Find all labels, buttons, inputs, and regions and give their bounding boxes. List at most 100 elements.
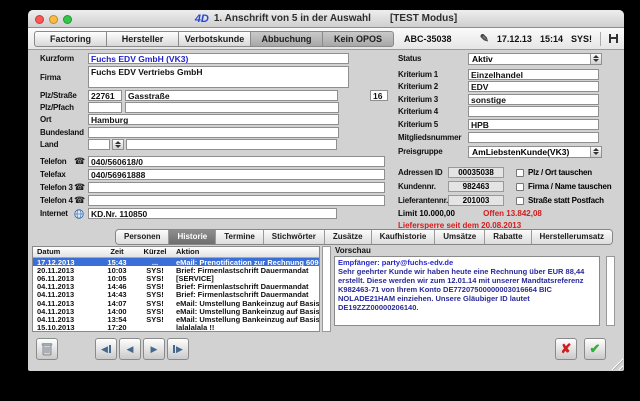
close-window-button[interactable] (35, 15, 44, 24)
app-window: 4D 1. Anschrift von 5 in der Auswahl [TE… (28, 10, 624, 371)
column-header-kuerzel[interactable]: Kürzel (137, 247, 173, 257)
kriterium2-field[interactable] (468, 81, 599, 92)
kriterium4-field[interactable] (468, 106, 599, 117)
phone-icon: ☎ (74, 183, 85, 192)
ort-label: Ort (40, 115, 74, 124)
land-stepper[interactable] (112, 139, 124, 150)
lieferantennr-label: Lieferantennr. (398, 196, 440, 205)
pfach-field[interactable] (125, 102, 339, 113)
dropdown-arrows-icon (590, 54, 601, 64)
trash-icon (41, 342, 53, 356)
vorschau-scrollbar[interactable] (606, 256, 615, 326)
kriterium5-field[interactable] (468, 119, 599, 130)
kriterium4-label: Kriterium 4 (398, 107, 468, 116)
previous-record-button[interactable]: ◀ (119, 338, 141, 360)
tab-rabatte[interactable]: Rabatte (485, 230, 531, 244)
toolbar: Factoring Hersteller Verbotskunde Abbuch… (28, 28, 624, 50)
preisgruppe-dropdown[interactable]: AmLiebstenKunde(VK3) (468, 146, 602, 158)
vorschau-panel: Empfänger: party@fuchs-edv.de Sehr geehr… (334, 256, 600, 326)
table-row[interactable]: 15.10.2013 17:20 lalalalala !! (33, 324, 319, 332)
tab-termine[interactable]: Termine (216, 230, 264, 244)
toolbar-button-factoring[interactable]: Factoring (34, 31, 106, 47)
telefax-field[interactable] (88, 169, 385, 180)
land-label: Land (40, 140, 74, 149)
strasse-statt-postfach-checkbox[interactable] (516, 197, 524, 205)
tab-umsaetze[interactable]: Umsätze (435, 230, 485, 244)
kurzform-label: Kurzform (40, 54, 74, 63)
app-logo-icon: 4D (195, 13, 209, 25)
phone-icon: ☎ (74, 196, 85, 205)
offen-value: Offen 13.842,08 (483, 209, 542, 218)
land-code-field[interactable] (88, 139, 110, 150)
last-record-button[interactable]: ▶ (167, 338, 189, 360)
tab-stichwoerter[interactable]: Stichwörter (264, 230, 325, 244)
adressen-id-value: 00035038 (448, 167, 504, 178)
current-date: 17.12.13 (497, 34, 532, 44)
tab-historie[interactable]: Historie (169, 230, 216, 244)
firma-field[interactable]: Fuchs EDV Vertriebs GmbH (88, 66, 349, 88)
plz-field[interactable] (88, 90, 122, 101)
toolbar-button-verbotskunde[interactable]: Verbotskunde (178, 31, 250, 47)
first-record-button[interactable]: ◀ (95, 338, 117, 360)
kriterium3-label: Kriterium 3 (398, 95, 468, 104)
titlebar: 4D 1. Anschrift von 5 in der Auswahl [TE… (28, 10, 624, 28)
vorschau-title: Vorschau (335, 246, 371, 255)
window-handle-icon (609, 34, 618, 43)
preisgruppe-label: Preisgruppe (398, 147, 468, 156)
vorschau-empfaenger: Empfänger: party@fuchs-edv.de (338, 258, 596, 267)
kriterium1-field[interactable] (468, 69, 599, 80)
firma-label: Firma (40, 73, 74, 82)
telefon3-field[interactable] (88, 182, 385, 193)
limit-value: Limit 10.000,00 (398, 209, 455, 218)
address-form-left: Kurzform Firma Fuchs EDV Vertriebs GmbH … (40, 53, 388, 219)
plz-ort-tauschen-label: Plz / Ort tauschen (528, 168, 592, 177)
tab-kaufhistorie[interactable]: Kaufhistorie (372, 230, 436, 244)
lieferantennr-value: 201003 (448, 195, 504, 206)
cancel-button[interactable]: ✘ (555, 338, 577, 360)
zoom-window-button[interactable] (63, 15, 72, 24)
hausnummer-field[interactable] (370, 90, 388, 101)
toolbar-button-kein-opos[interactable]: Kein OPOS (322, 31, 394, 47)
tab-herstellerumsatz[interactable]: Herstellerumsatz (532, 230, 612, 244)
previous-record-icon: ◀ (127, 344, 134, 355)
globe-icon (74, 209, 84, 219)
column-header-aktion[interactable]: Aktion (173, 247, 319, 257)
column-header-datum[interactable]: Datum (33, 247, 97, 257)
kriterium3-field[interactable] (468, 94, 599, 105)
internet-field[interactable] (88, 208, 337, 219)
history-scrollbar[interactable] (322, 246, 331, 332)
tab-personen[interactable]: Personen (116, 230, 169, 244)
mitgliedsnummer-field[interactable] (468, 132, 599, 143)
status-value: Aktiv (472, 54, 493, 64)
pfach-plz-field[interactable] (88, 102, 122, 113)
land-name-field[interactable] (126, 139, 337, 150)
delete-record-button[interactable] (36, 338, 58, 360)
ort-field[interactable] (88, 114, 339, 125)
firma-name-tauschen-checkbox[interactable] (516, 183, 524, 191)
tab-zusaetze[interactable]: Zusätze (325, 230, 372, 244)
telefon4-label: Telefon 4 (40, 196, 74, 205)
status-dropdown[interactable]: Aktiv (468, 53, 602, 65)
dropdown-arrows-icon (590, 147, 601, 157)
strasse-statt-postfach-label: Straße statt Postfach (528, 196, 604, 205)
plz-ort-tauschen-checkbox[interactable] (516, 169, 524, 177)
column-header-zeit[interactable]: Zeit (97, 247, 137, 257)
strasse-field[interactable] (125, 90, 338, 101)
telefon-field[interactable] (88, 156, 385, 167)
kriterium5-label: Kriterium 5 (398, 120, 468, 129)
firma-name-tauschen-label: Firma / Name tauschen (528, 182, 611, 191)
detail-tabbar: Personen Historie Termine Stichwörter Zu… (115, 229, 613, 245)
toolbar-button-abbuchung[interactable]: Abbuchung (250, 31, 322, 47)
toolbar-button-hersteller[interactable]: Hersteller (106, 31, 178, 47)
edit-pencil-icon: ✎ (480, 32, 489, 45)
resize-grip[interactable] (610, 357, 623, 370)
telefon4-field[interactable] (88, 195, 385, 206)
internet-label: Internet (40, 209, 74, 218)
next-record-button[interactable]: ▶ (143, 338, 165, 360)
kurzform-field[interactable] (88, 53, 349, 64)
cancel-x-icon: ✘ (561, 341, 572, 357)
confirm-button[interactable]: ✔ (584, 338, 606, 360)
test-mode-badge: [TEST Modus] (390, 13, 457, 24)
minimize-window-button[interactable] (49, 15, 58, 24)
bundesland-field[interactable] (88, 127, 339, 138)
